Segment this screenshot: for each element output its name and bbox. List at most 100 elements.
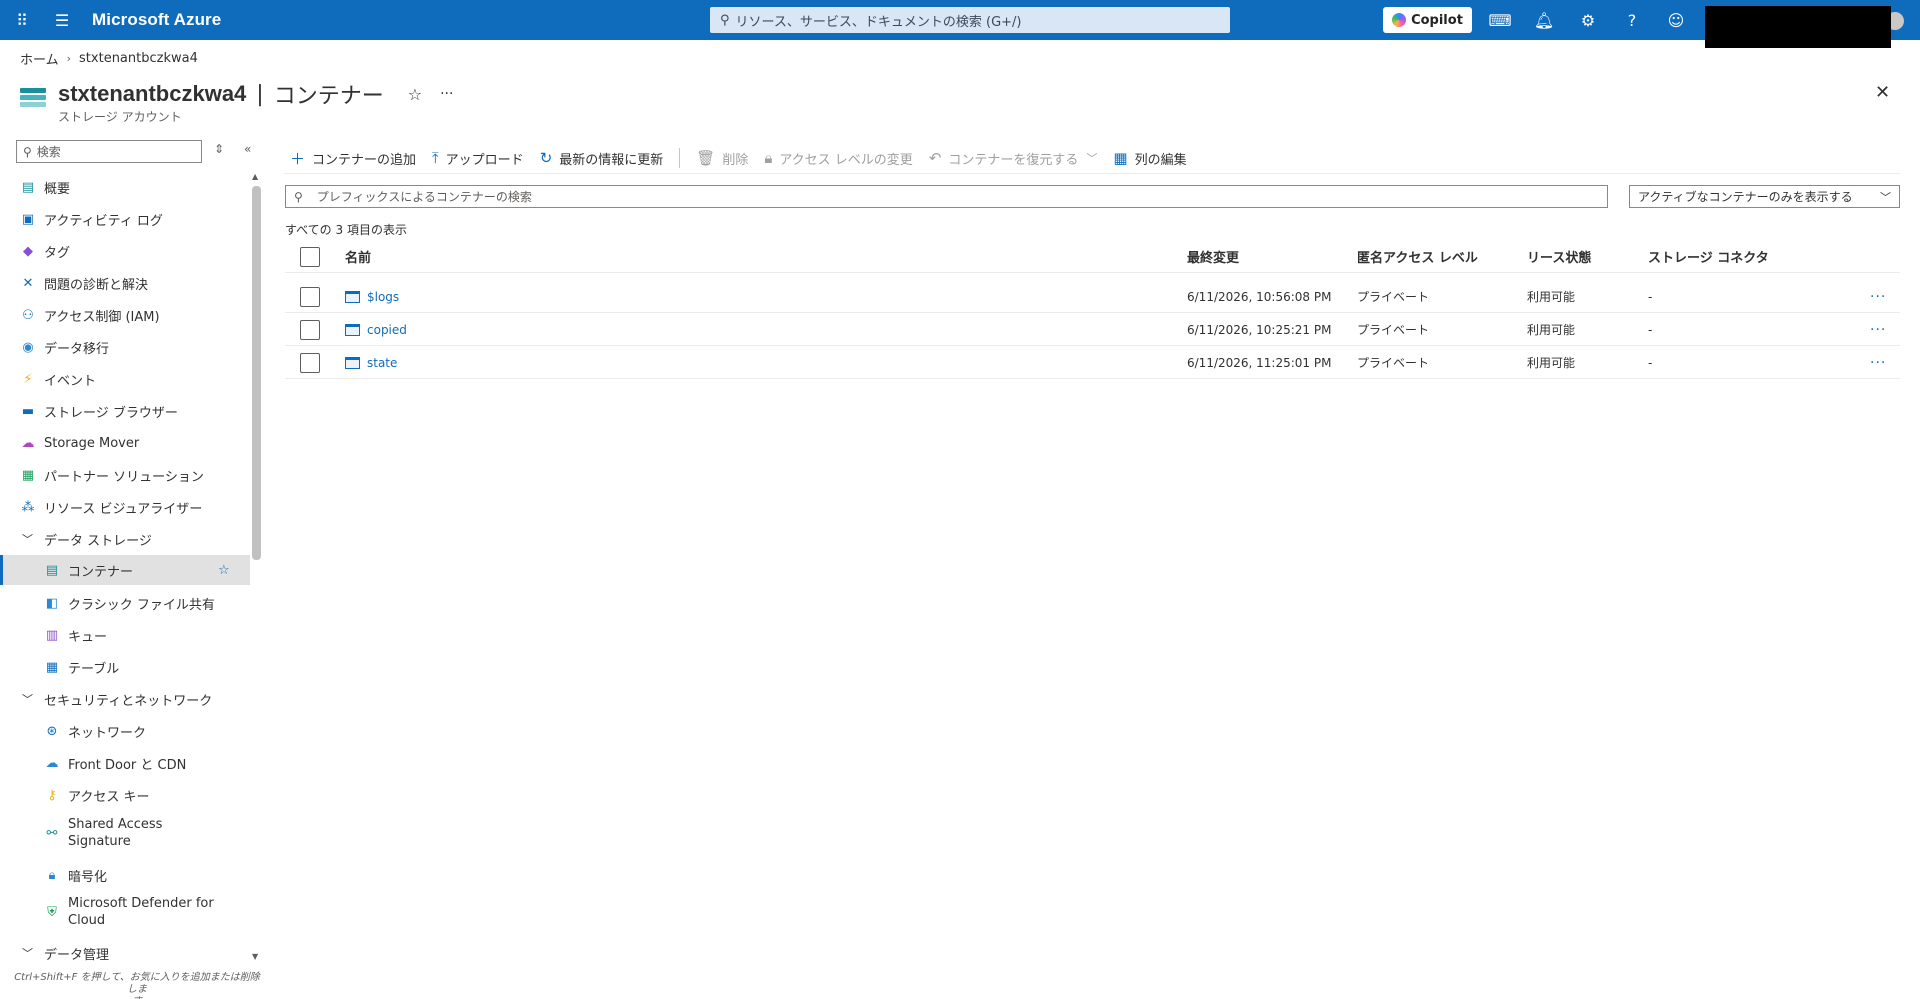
brand-title[interactable]: Microsoft Azure xyxy=(92,10,221,30)
settings-gear-icon[interactable]: ⚙ xyxy=(1568,0,1608,40)
sidebar-item-storage-browser[interactable]: ▬ ストレージ ブラウザー xyxy=(0,399,250,423)
tool-label: 列の編集 xyxy=(1134,152,1187,168)
sidebar-item-label: パートナー ソリューション xyxy=(44,469,204,485)
container-status-dropdown[interactable]: アクティブなコンテナーのみを表示する ﹀ xyxy=(1629,185,1900,208)
scroll-up-arrow-icon[interactable]: ▲ xyxy=(252,172,258,181)
sidebar-search-input[interactable]: ⚲ 検索 xyxy=(16,140,202,163)
sidebar-item-access-keys[interactable]: ⚷ アクセス キー xyxy=(0,783,250,807)
sidebar-item-resource-visualizer[interactable]: ⁂ リソース ビジュアライザー xyxy=(0,495,250,519)
column-header-name[interactable]: 名前 xyxy=(345,240,371,273)
cloud-shell-icon[interactable]: ⌨ xyxy=(1480,0,1520,40)
lease-cell: 利用可能 xyxy=(1527,356,1576,370)
sidebar-group-data-management[interactable]: ﹀ データ管理 xyxy=(0,941,250,965)
sidebar-item-partner-solutions[interactable]: ▦ パートナー ソリューション xyxy=(0,463,250,487)
sidebar-item-iam[interactable]: ⚇ アクセス制御 (IAM) xyxy=(0,303,250,327)
overview-icon: ▤ xyxy=(21,179,35,195)
diagnose-icon: ✕ xyxy=(22,275,34,291)
sidebar-item-networking[interactable]: ⊛ ネットワーク xyxy=(0,719,250,743)
defender-shield-icon: ⛨ xyxy=(47,904,57,920)
edit-columns-button[interactable]: ▦ 列の編集 xyxy=(1113,149,1186,168)
sidebar-item-overview[interactable]: ▤ 概要 xyxy=(0,175,250,199)
sidebar-item-activity-log[interactable]: ▣ アクティビティ ログ xyxy=(0,207,250,231)
sidebar-item-storage-mover[interactable]: ☁ Storage Mover xyxy=(0,431,250,455)
sidebar-item-label: アクセス キー xyxy=(68,789,150,805)
refresh-button[interactable]: ↻ 最新の情報に更新 xyxy=(540,149,664,168)
copilot-button[interactable]: Copilot xyxy=(1383,7,1472,33)
favorite-star-icon[interactable]: ☆ xyxy=(218,563,230,578)
sidebar-item-label: リソース ビジュアライザー xyxy=(44,501,203,517)
add-container-button[interactable]: ＋ コンテナーの追加 xyxy=(290,148,416,169)
favorite-star-icon[interactable]: ☆ xyxy=(408,85,422,104)
storage-account-icon xyxy=(20,88,46,110)
upload-button[interactable]: ⤒ アップロード xyxy=(432,149,524,168)
sidebar-item-data-migration[interactable]: ◉ データ移行 xyxy=(0,335,250,359)
table-row[interactable]: copied 6/11/2026, 10:25:21 PM プライベート 利用可… xyxy=(285,313,1900,346)
notifications-icon[interactable]: 🔔︎ xyxy=(1524,0,1564,40)
row-checkbox[interactable] xyxy=(300,286,320,307)
column-header-modified[interactable]: 最終変更 xyxy=(1187,240,1239,273)
sidebar-item-diagnose[interactable]: ✕ 問題の診断と解決 xyxy=(0,271,250,295)
sidebar-group-data-storage[interactable]: ﹀ データ ストレージ xyxy=(0,527,250,551)
sidebar-item-encryption[interactable]: 🔒︎ 暗号化 xyxy=(0,863,250,887)
sidebar-item-label: タグ xyxy=(44,245,71,261)
sidebar-item-queues[interactable]: ▥ キュー xyxy=(0,623,250,647)
select-all-checkbox[interactable] xyxy=(300,246,320,267)
breadcrumb-home[interactable]: ホーム xyxy=(20,49,59,68)
help-icon[interactable]: ? xyxy=(1612,0,1652,40)
row-checkbox-cell xyxy=(300,313,320,346)
sidebar-nav: ▤ 概要 ▣ アクティビティ ログ ◆ タグ ✕ 問題の診断と解決 ⚇ アクセス… xyxy=(0,171,250,971)
chevron-down-icon: ﹀ xyxy=(22,693,33,706)
close-icon[interactable]: ✕ xyxy=(1875,82,1890,103)
change-access-level-button[interactable]: 🔒︎ アクセス レベルの変更 xyxy=(764,149,912,168)
restore-containers-button[interactable]: ↶ コンテナーを復元する ﹀ xyxy=(929,149,1098,168)
column-header-lease[interactable]: リース状態 xyxy=(1527,240,1591,273)
column-header-connector[interactable]: ストレージ コネクタ xyxy=(1648,240,1769,273)
row-more-options-icon[interactable]: ··· xyxy=(1870,280,1886,313)
row-checkbox[interactable] xyxy=(300,352,320,373)
resource-name: stxtenantbczkwa4 xyxy=(58,81,247,106)
row-checkbox[interactable] xyxy=(300,319,320,340)
container-link[interactable]: state xyxy=(345,356,397,370)
sidebar-item-front-door-cdn[interactable]: ☁ Front Door と CDN xyxy=(0,751,250,775)
column-header-access[interactable]: 匿名アクセス レベル xyxy=(1357,240,1478,273)
sidebar-item-defender[interactable]: ⛨ Microsoft Defender for Cloud xyxy=(0,894,250,930)
sidebar-scrollbar[interactable] xyxy=(252,186,261,560)
row-more-options-icon[interactable]: ··· xyxy=(1870,346,1886,379)
delete-button[interactable]: 🗑︎ 削除 xyxy=(696,149,748,168)
sidebar-group-security[interactable]: ﹀ セキュリティとネットワーク xyxy=(0,687,250,711)
sidebar-item-label-wrap: Microsoft Defender for Cloud xyxy=(68,895,214,929)
sidebar-item-tables[interactable]: ▦ テーブル xyxy=(0,655,250,679)
feedback-icon[interactable]: ☺ xyxy=(1656,0,1696,40)
sidebar-item-sas[interactable]: ⚯ Shared Access Signature xyxy=(0,815,250,851)
table-row[interactable]: $logs 6/11/2026, 10:56:08 PM プライベート 利用可能… xyxy=(285,280,1900,313)
activity-log-icon: ▣ xyxy=(21,211,35,227)
sidebar-item-file-shares[interactable]: ◧ クラシック ファイル共有 xyxy=(0,591,250,615)
sidebar-item-label: 問題の診断と解決 xyxy=(44,277,149,293)
access-cell: プライベート xyxy=(1357,356,1430,370)
dropdown-value: アクティブなコンテナーのみを表示する xyxy=(1638,190,1853,204)
row-more-options-icon[interactable]: ··· xyxy=(1870,313,1886,346)
sidebar-item-label: キュー xyxy=(68,629,108,645)
portal-menu-icon[interactable]: ☰ xyxy=(42,0,82,40)
collapse-sidebar-icon[interactable]: « xyxy=(244,142,251,156)
encryption-icon: 🔒︎ xyxy=(48,867,56,883)
container-link[interactable]: copied xyxy=(345,323,407,337)
tool-label: コンテナーを復元する xyxy=(948,152,1079,168)
global-search-input[interactable]: ⚲ リソース、サービス、ドキュメントの検索 (G+/) xyxy=(710,7,1230,33)
table-row[interactable]: state 6/11/2026, 11:25:01 PM プライベート 利用可能… xyxy=(285,346,1900,379)
container-link[interactable]: $logs xyxy=(345,290,399,304)
name-cell: copied xyxy=(345,313,407,346)
sidebar-item-containers[interactable]: ▤ コンテナー ☆ xyxy=(0,555,250,585)
hint-line: Ctrl+Shift+F を押して、お気に入りを追加または削除しま xyxy=(14,972,260,995)
scroll-down-arrow-icon[interactable]: ▼ xyxy=(252,952,258,961)
app-launcher-icon[interactable]: ⠿ xyxy=(2,0,42,40)
global-search-placeholder: リソース、サービス、ドキュメントの検索 (G+/) xyxy=(735,14,1022,30)
account-redacted-block[interactable] xyxy=(1705,6,1891,48)
sidebar-item-events[interactable]: ⚡ イベント xyxy=(0,367,250,391)
more-options-icon[interactable]: ··· xyxy=(440,86,453,102)
breadcrumb-current[interactable]: stxtenantbczkwa4 xyxy=(79,51,198,66)
sidebar-item-tags[interactable]: ◆ タグ xyxy=(0,239,250,263)
toolbar-divider xyxy=(679,148,681,168)
expand-collapse-icon[interactable]: ⇕ xyxy=(214,142,224,156)
container-prefix-search-input[interactable]: ⚲ プレフィックスによるコンテナーの検索 xyxy=(285,185,1608,208)
